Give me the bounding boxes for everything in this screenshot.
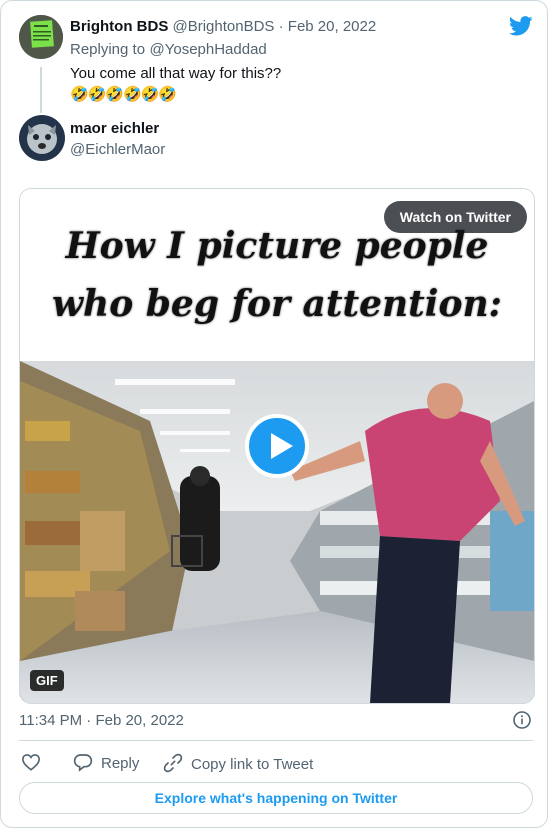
- main-author-handle[interactable]: @EichlerMaor: [70, 141, 165, 158]
- link-chain-icon: [163, 753, 183, 773]
- gif-badge: GIF: [30, 670, 64, 691]
- reply-action[interactable]: Reply: [73, 753, 139, 773]
- embedded-tweet-card: Brighton BDS @BrightonBDS · Feb 20, 2022…: [0, 0, 548, 828]
- actions-divider: [19, 740, 533, 741]
- brighton-bds-avatar[interactable]: [19, 15, 63, 59]
- maor-eichler-avatar[interactable]: [19, 115, 65, 161]
- avatar-dog-image: [19, 115, 65, 161]
- tweet-date: Feb 20, 2022: [95, 712, 184, 729]
- reply-bubble-icon: [73, 754, 93, 772]
- copy-link-label: Copy link to Tweet: [191, 756, 314, 773]
- reply-date[interactable]: Feb 20, 2022: [288, 18, 376, 35]
- replying-to-prefix: Replying to: [70, 41, 146, 58]
- info-icon[interactable]: [513, 711, 531, 729]
- tweet-timestamp[interactable]: 11:34 PM · Feb 20, 2022: [19, 712, 184, 729]
- reply-label: Reply: [101, 755, 140, 772]
- replying-to-handle[interactable]: @YosephHaddad: [150, 41, 267, 58]
- supermarket-aisle-image: [20, 361, 534, 703]
- main-author-name[interactable]: maor eichler: [70, 120, 159, 137]
- thread-connector-line: [40, 67, 42, 113]
- like-heart-icon[interactable]: [21, 753, 41, 771]
- twitter-bird-icon[interactable]: [509, 15, 533, 37]
- explore-twitter-button[interactable]: Explore what's happening on Twitter: [19, 782, 533, 814]
- reply-tweet-header: Brighton BDS @BrightonBDS · Feb 20, 2022: [70, 18, 376, 35]
- avatar-sign-image: [19, 15, 63, 59]
- reply-author-name[interactable]: Brighton BDS: [70, 18, 168, 35]
- reply-author-handle[interactable]: @BrightonBDS: [173, 18, 275, 35]
- reply-separator: ·: [278, 18, 284, 35]
- play-icon[interactable]: [245, 414, 309, 478]
- reply-tweet-text: You come all that way for this??: [70, 65, 282, 82]
- reply-tweet-emoji: 🤣🤣🤣🤣🤣🤣: [70, 86, 177, 103]
- tweet-time-separator: ·: [86, 712, 92, 729]
- copy-link-action[interactable]: Copy link to Tweet: [163, 753, 313, 773]
- tweet-time: 11:34 PM: [19, 712, 83, 729]
- replying-to-line: Replying to @YosephHaddad: [70, 41, 267, 59]
- watch-on-twitter-button[interactable]: Watch on Twitter: [383, 201, 527, 233]
- tweet-media-gif[interactable]: How I picture people who beg for attenti…: [19, 188, 535, 704]
